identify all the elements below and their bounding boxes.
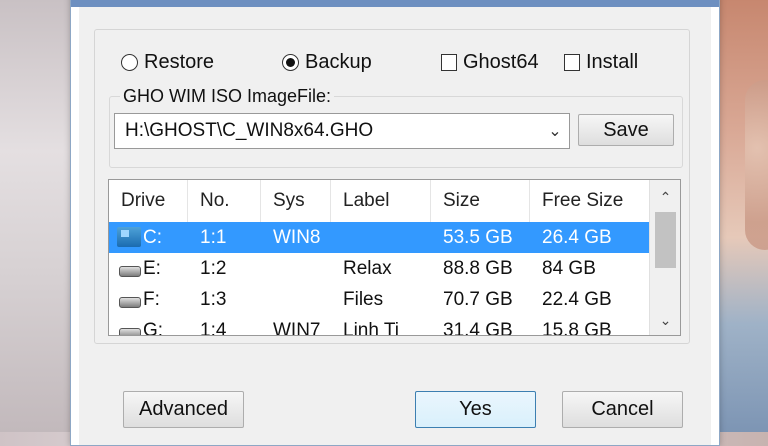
background-photo — [745, 80, 768, 250]
partition-table: Drive No. Sys Label Size Free Size C: 1:… — [108, 179, 681, 336]
table-row[interactable]: G: 1:4 WIN7 Linh Ti 31.4 GB 15.8 GB — [109, 315, 649, 336]
column-header-free-size[interactable]: Free Size — [530, 180, 649, 222]
imagefile-label: GHO WIM ISO ImageFile: — [120, 86, 335, 107]
imagefile-path: H:\GHOST\C_WIN8x64.GHO — [125, 120, 374, 141]
size-cell: 70.7 GB — [443, 288, 513, 310]
drive-letter: E: — [143, 257, 161, 279]
sys-cell — [261, 253, 331, 284]
imagefile-combobox[interactable]: H:\GHOST\C_WIN8x64.GHO ⌄ — [114, 113, 570, 149]
drive-cell: E: — [109, 253, 188, 284]
column-header-label[interactable]: Label — [331, 180, 431, 222]
chevron-down-icon[interactable]: ⌄ — [541, 121, 569, 141]
label-cell: Relax — [343, 257, 392, 279]
ghost64-checkbox[interactable]: Ghost64 — [441, 49, 539, 75]
no-cell: 1:2 — [200, 257, 227, 279]
label-cell — [331, 222, 431, 253]
column-header-size[interactable]: Size — [431, 180, 530, 222]
drive-letter: C: — [143, 226, 162, 248]
drive-cell: G: — [109, 315, 188, 336]
ghost64-checkbox-box[interactable] — [441, 53, 457, 71]
size-cell: 88.8 GB — [443, 257, 513, 279]
backup-radio[interactable]: Backup — [282, 49, 372, 75]
chevron-up-icon[interactable]: ⌃ — [650, 184, 680, 210]
chevron-down-icon[interactable]: ⌄ — [650, 307, 680, 333]
install-checkbox[interactable]: Install — [564, 49, 638, 75]
no-cell: 1:4 — [200, 319, 227, 336]
label-cell: Linh Ti — [343, 319, 399, 336]
window-frame-top — [71, 0, 719, 7]
hard-drive-icon — [117, 324, 141, 335]
sys-cell: WIN8 — [273, 226, 321, 248]
drive-cell: C: — [109, 222, 188, 253]
table-scrollbar[interactable]: ⌃ ⌄ — [649, 180, 680, 335]
scrollbar-thumb[interactable] — [655, 212, 676, 268]
table-row[interactable]: C: 1:1 WIN8 53.5 GB 26.4 GB — [109, 222, 649, 253]
no-cell: 1:1 — [200, 226, 227, 248]
column-header-sys[interactable]: Sys — [261, 180, 331, 222]
free-size-cell: 26.4 GB — [542, 226, 612, 248]
yes-button[interactable]: Yes — [415, 391, 536, 428]
hard-drive-icon — [117, 293, 141, 308]
restore-radio-indicator[interactable] — [121, 53, 138, 71]
save-button[interactable]: Save — [578, 114, 674, 146]
drive-letter: F: — [143, 288, 160, 310]
advanced-button[interactable]: Advanced — [123, 391, 244, 428]
no-cell: 1:3 — [200, 288, 227, 310]
backup-label: Backup — [305, 50, 372, 73]
hard-drive-icon — [117, 262, 141, 277]
table-row[interactable]: F: 1:3 Files 70.7 GB 22.4 GB — [109, 284, 649, 315]
background-left — [0, 0, 75, 432]
sys-cell: WIN7 — [273, 319, 321, 336]
table-header: Drive No. Sys Label Size Free Size — [109, 180, 649, 223]
table-row[interactable]: E: 1:2 Relax 88.8 GB 84 GB — [109, 253, 649, 284]
column-header-no[interactable]: No. — [188, 180, 261, 222]
label-cell: Files — [343, 288, 384, 310]
sys-cell — [261, 284, 331, 315]
size-cell: 31.4 GB — [443, 319, 513, 336]
cancel-button[interactable]: Cancel — [562, 391, 683, 428]
backup-radio-indicator[interactable] — [282, 53, 299, 71]
drive-cell: F: — [109, 284, 188, 315]
free-size-cell: 22.4 GB — [542, 288, 612, 310]
install-label: Install — [586, 50, 639, 73]
restore-radio[interactable]: Restore — [121, 49, 214, 75]
drive-letter: G: — [143, 319, 164, 336]
system-drive-icon — [117, 226, 141, 247]
free-size-cell: 84 GB — [542, 257, 596, 279]
table-body: C: 1:1 WIN8 53.5 GB 26.4 GB E: 1:2 Relax… — [109, 222, 649, 336]
ghost64-label: Ghost64 — [463, 50, 539, 73]
size-cell: 53.5 GB — [443, 226, 513, 248]
install-checkbox-box[interactable] — [564, 53, 580, 71]
column-header-drive[interactable]: Drive — [109, 180, 188, 222]
restore-label: Restore — [144, 50, 215, 73]
free-size-cell: 15.8 GB — [542, 319, 612, 336]
